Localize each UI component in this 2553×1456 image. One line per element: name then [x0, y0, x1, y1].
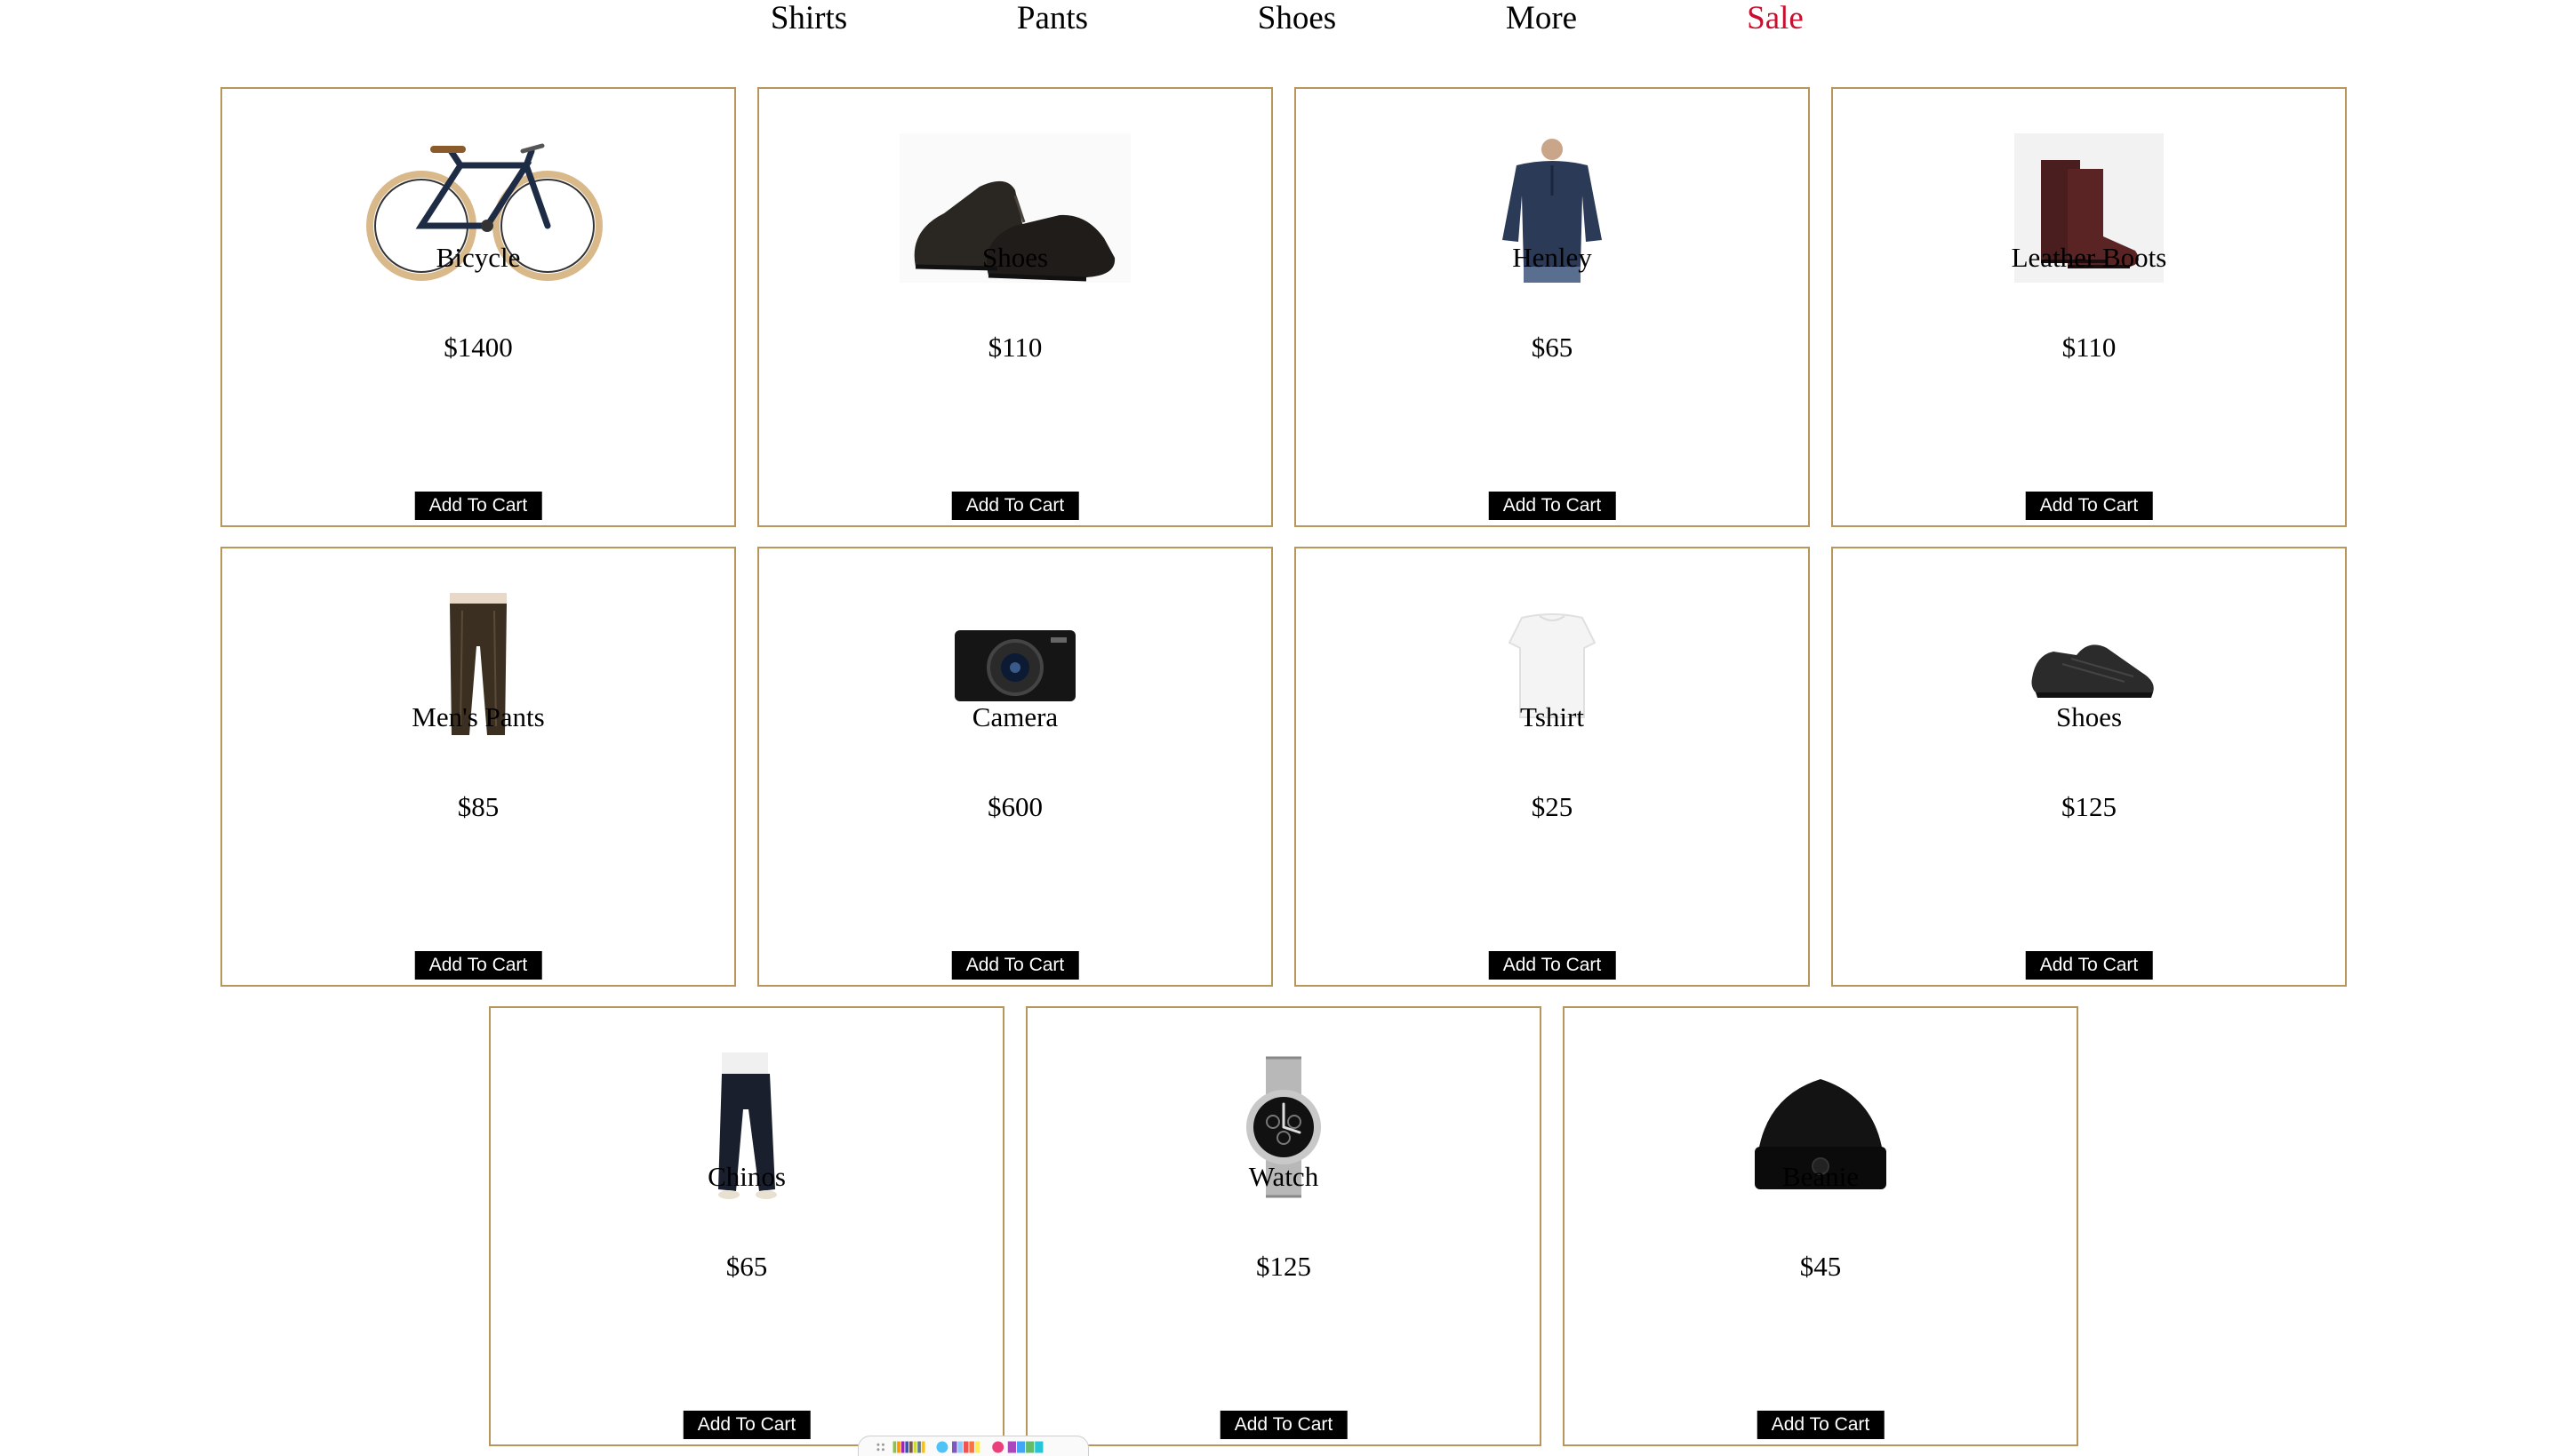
product-price: $125	[2061, 791, 2117, 822]
product-name: Bicycle	[436, 242, 521, 273]
product-card-bicycle: Bicycle $1400 Add To Cart	[220, 87, 736, 527]
product-price: $1400	[444, 332, 513, 363]
product-name: Men's Pants	[412, 701, 545, 732]
product-price: $110	[988, 332, 1043, 363]
drag-handle-icon	[876, 1443, 884, 1452]
add-to-cart-button[interactable]: Add To Cart	[951, 951, 1079, 980]
nav-item-more[interactable]: More	[1506, 0, 1577, 37]
product-name: Leather Boots	[2011, 242, 2167, 273]
product-card-tshirt: Tshirt $25 Add To Cart	[1294, 547, 1810, 987]
product-name: Henley	[1512, 242, 1592, 273]
product-card-henley: Henley $65 Add To Cart	[1294, 87, 1810, 527]
add-to-cart-button[interactable]: Add To Cart	[1488, 951, 1616, 980]
product-price: $65	[1531, 332, 1573, 363]
product-card-beanie: Beanie $45 Add To Cart	[1563, 1006, 2078, 1446]
top-nav: Shirts Pants Shoes More Sale	[0, 0, 2553, 44]
product-name: Tshirt	[1520, 701, 1584, 732]
add-to-cart-button[interactable]: Add To Cart	[414, 492, 542, 520]
add-to-cart-button[interactable]: Add To Cart	[1220, 1411, 1348, 1439]
product-price: $25	[1531, 791, 1573, 822]
floating-toolbar[interactable]	[858, 1436, 1089, 1456]
product-price: $600	[988, 791, 1043, 822]
product-name: Chinos	[708, 1161, 786, 1192]
add-to-cart-button[interactable]: Add To Cart	[1757, 1411, 1885, 1439]
product-name: Camera	[972, 701, 1059, 732]
product-name: Watch	[1248, 1161, 1319, 1192]
product-name: Shoes	[981, 242, 1049, 273]
product-price: $65	[725, 1251, 768, 1282]
product-card-sneaker: Shoes $125 Add To Cart	[1831, 547, 2347, 987]
product-name: Beanie	[1781, 1161, 1860, 1192]
nav-item-sale[interactable]: Sale	[1747, 0, 1804, 37]
product-price: $110	[2061, 332, 2117, 363]
add-to-cart-button[interactable]: Add To Cart	[951, 492, 1079, 520]
product-price: $85	[457, 791, 500, 822]
product-price: $125	[1256, 1251, 1311, 1282]
product-card-mens-pants: Men's Pants $85 Add To Cart	[220, 547, 736, 987]
product-card-shoes: Shoes $110 Add To Cart	[757, 87, 1273, 527]
product-card-camera: Camera $600 Add To Cart	[757, 547, 1273, 987]
product-card-chinos: Chinos $65 Add To Cart	[489, 1006, 1004, 1446]
add-to-cart-button[interactable]: Add To Cart	[683, 1411, 811, 1439]
add-to-cart-button[interactable]: Add To Cart	[2025, 492, 2153, 520]
add-to-cart-button[interactable]: Add To Cart	[414, 951, 542, 980]
product-card-watch: Watch $125 Add To Cart	[1026, 1006, 1541, 1446]
add-to-cart-button[interactable]: Add To Cart	[1488, 492, 1616, 520]
palette-icon	[936, 1441, 980, 1453]
product-card-leather-boots: Leather Boots $110 Add To Cart	[1831, 87, 2347, 527]
nav-item-shoes[interactable]: Shoes	[1258, 0, 1336, 37]
gradient-icon	[992, 1441, 1044, 1453]
nav-item-pants[interactable]: Pants	[1017, 0, 1088, 37]
product-name: Shoes	[2055, 701, 2123, 732]
product-price: $45	[1799, 1251, 1842, 1282]
color-swatches-icon	[892, 1441, 925, 1453]
nav-item-shirts[interactable]: Shirts	[771, 0, 847, 37]
add-to-cart-button[interactable]: Add To Cart	[2025, 951, 2153, 980]
